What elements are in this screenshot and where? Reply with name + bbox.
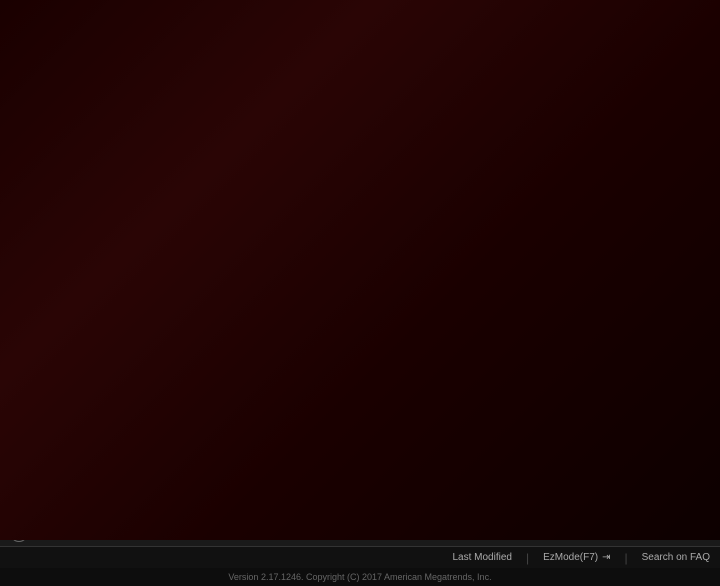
copyright-bar: Version 2.17.1246. Copyright (C) 2017 Am… bbox=[0, 568, 720, 586]
arrow-icon: ⇥ bbox=[602, 552, 610, 563]
copyright-text: Version 2.17.1246. Copyright (C) 2017 Am… bbox=[228, 572, 491, 582]
last-modified-label: Last Modified bbox=[452, 552, 511, 563]
status-bar: Last Modified | EzMode(F7) ⇥ | Search on… bbox=[0, 546, 720, 568]
search-faq-btn[interactable]: Search on FAQ bbox=[642, 552, 710, 563]
ez-mode-btn[interactable]: EzMode(F7) ⇥ bbox=[543, 552, 610, 563]
